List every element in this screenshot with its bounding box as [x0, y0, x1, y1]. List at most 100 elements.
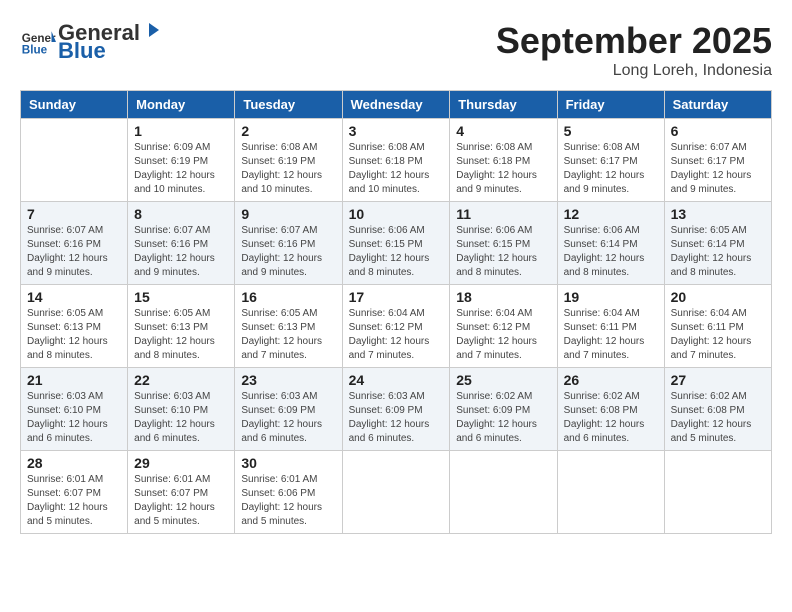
calendar-cell: 22 Sunrise: 6:03 AM Sunset: 6:10 PM Dayli… [128, 368, 235, 451]
calendar-cell: 13Sunrise: 6:05 AM Sunset: 6:14 PM Dayli… [664, 202, 771, 285]
day-info: Sunrise: 6:08 AM Sunset: 6:17 PM Dayligh… [564, 141, 658, 197]
day-number: 19 [564, 289, 658, 305]
day-number: 7 [27, 206, 121, 222]
day-number: 20 [671, 289, 765, 305]
calendar-cell: 24 Sunrise: 6:03 AM Sunset: 6:09 PM Dayli… [342, 368, 450, 451]
calendar-cell: 17 Sunrise: 6:04 AM Sunset: 6:12 PM Dayli… [342, 285, 450, 368]
day-number: 25 [456, 372, 550, 388]
logo-icon: General Blue [20, 24, 56, 60]
weekday-header-friday: Friday [557, 91, 664, 119]
day-info: Sunrise: 6:06 AM Sunset: 6:15 PM Dayligh… [349, 224, 444, 280]
title-area: September 2025 Long Loreh, Indonesia [496, 20, 772, 80]
day-number: 28 [27, 455, 121, 471]
day-number: 24 [349, 372, 444, 388]
calendar-cell [342, 451, 450, 534]
day-info: Sunrise: 6:01 AM Sunset: 6:06 PM Dayligh… [241, 473, 335, 529]
month-title: September 2025 [496, 20, 772, 62]
calendar-cell: 29 Sunrise: 6:01 AM Sunset: 6:07 PM Dayli… [128, 451, 235, 534]
calendar-cell: 28 Sunrise: 6:01 AM Sunset: 6:07 PM Dayli… [21, 451, 128, 534]
calendar-cell: 18 Sunrise: 6:04 AM Sunset: 6:12 PM Dayli… [450, 285, 557, 368]
calendar-cell: 15Sunrise: 6:05 AM Sunset: 6:13 PM Dayli… [128, 285, 235, 368]
day-info: Sunrise: 6:02 AM Sunset: 6:08 PM Dayligh… [564, 390, 658, 446]
day-info: Sunrise: 6:07 AM Sunset: 6:16 PM Dayligh… [241, 224, 335, 280]
calendar-cell: 11 Sunrise: 6:06 AM Sunset: 6:15 PM Dayli… [450, 202, 557, 285]
day-info: Sunrise: 6:03 AM Sunset: 6:09 PM Dayligh… [349, 390, 444, 446]
day-number: 26 [564, 372, 658, 388]
day-number: 18 [456, 289, 550, 305]
calendar-cell: 25 Sunrise: 6:02 AM Sunset: 6:09 PM Dayli… [450, 368, 557, 451]
day-info: Sunrise: 6:06 AM Sunset: 6:14 PM Dayligh… [564, 224, 658, 280]
calendar-cell: 19 Sunrise: 6:04 AM Sunset: 6:11 PM Dayli… [557, 285, 664, 368]
calendar-cell: 7 Sunrise: 6:07 AM Sunset: 6:16 PM Daylig… [21, 202, 128, 285]
day-number: 14 [27, 289, 121, 305]
day-number: 3 [349, 123, 444, 139]
day-info: Sunrise: 6:03 AM Sunset: 6:10 PM Dayligh… [134, 390, 228, 446]
calendar-header-row: SundayMondayTuesdayWednesdayThursdayFrid… [21, 91, 772, 119]
calendar-cell: 5 Sunrise: 6:08 AM Sunset: 6:17 PM Daylig… [557, 119, 664, 202]
calendar-cell: 12 Sunrise: 6:06 AM Sunset: 6:14 PM Dayli… [557, 202, 664, 285]
calendar-cell: 2 Sunrise: 6:08 AM Sunset: 6:19 PM Daylig… [235, 119, 342, 202]
day-number: 5 [564, 123, 658, 139]
calendar-cell: 14 Sunrise: 6:05 AM Sunset: 6:13 PM Dayli… [21, 285, 128, 368]
day-info: Sunrise: 6:01 AM Sunset: 6:07 PM Dayligh… [27, 473, 121, 529]
day-number: 17 [349, 289, 444, 305]
calendar-cell: 27Sunrise: 6:02 AM Sunset: 6:08 PM Dayli… [664, 368, 771, 451]
day-info: Sunrise: 6:09 AM Sunset: 6:19 PM Dayligh… [134, 141, 228, 197]
day-info: Sunrise: 6:04 AM Sunset: 6:12 PM Dayligh… [456, 307, 550, 363]
logo: General Blue General Blue [20, 20, 162, 64]
svg-text:Blue: Blue [22, 44, 48, 57]
day-info: Sunrise: 6:01 AM Sunset: 6:07 PM Dayligh… [134, 473, 228, 529]
day-number: 16 [241, 289, 335, 305]
calendar-cell: 30Sunrise: 6:01 AM Sunset: 6:06 PM Dayli… [235, 451, 342, 534]
calendar-cell: 10Sunrise: 6:06 AM Sunset: 6:15 PM Dayli… [342, 202, 450, 285]
calendar-cell: 6 Sunrise: 6:07 AM Sunset: 6:17 PM Daylig… [664, 119, 771, 202]
calendar-cell: 8 Sunrise: 6:07 AM Sunset: 6:16 PM Daylig… [128, 202, 235, 285]
weekday-header-saturday: Saturday [664, 91, 771, 119]
day-number: 11 [456, 206, 550, 222]
day-info: Sunrise: 6:07 AM Sunset: 6:16 PM Dayligh… [27, 224, 121, 280]
weekday-header-sunday: Sunday [21, 91, 128, 119]
day-info: Sunrise: 6:04 AM Sunset: 6:11 PM Dayligh… [671, 307, 765, 363]
weekday-header-tuesday: Tuesday [235, 91, 342, 119]
day-info: Sunrise: 6:02 AM Sunset: 6:09 PM Dayligh… [456, 390, 550, 446]
day-number: 27 [671, 372, 765, 388]
calendar-cell [664, 451, 771, 534]
calendar-cell: 1 Sunrise: 6:09 AM Sunset: 6:19 PM Daylig… [128, 119, 235, 202]
day-info: Sunrise: 6:04 AM Sunset: 6:12 PM Dayligh… [349, 307, 444, 363]
logo-arrow-icon [141, 20, 161, 40]
day-info: Sunrise: 6:05 AM Sunset: 6:13 PM Dayligh… [241, 307, 335, 363]
day-number: 4 [456, 123, 550, 139]
day-info: Sunrise: 6:07 AM Sunset: 6:16 PM Dayligh… [134, 224, 228, 280]
day-number: 9 [241, 206, 335, 222]
day-info: Sunrise: 6:08 AM Sunset: 6:18 PM Dayligh… [349, 141, 444, 197]
calendar-cell: 20 Sunrise: 6:04 AM Sunset: 6:11 PM Dayli… [664, 285, 771, 368]
day-number: 23 [241, 372, 335, 388]
calendar-cell: 9 Sunrise: 6:07 AM Sunset: 6:16 PM Daylig… [235, 202, 342, 285]
weekday-header-wednesday: Wednesday [342, 91, 450, 119]
day-number: 8 [134, 206, 228, 222]
day-info: Sunrise: 6:05 AM Sunset: 6:13 PM Dayligh… [27, 307, 121, 363]
day-info: Sunrise: 6:05 AM Sunset: 6:14 PM Dayligh… [671, 224, 765, 280]
day-info: Sunrise: 6:08 AM Sunset: 6:19 PM Dayligh… [241, 141, 335, 197]
day-number: 22 [134, 372, 228, 388]
calendar-cell [557, 451, 664, 534]
calendar-table: SundayMondayTuesdayWednesdayThursdayFrid… [20, 90, 772, 534]
day-info: Sunrise: 6:07 AM Sunset: 6:17 PM Dayligh… [671, 141, 765, 197]
page-header: General Blue General Blue September 2025… [20, 20, 772, 80]
day-number: 6 [671, 123, 765, 139]
day-number: 1 [134, 123, 228, 139]
day-info: Sunrise: 6:04 AM Sunset: 6:11 PM Dayligh… [564, 307, 658, 363]
weekday-header-thursday: Thursday [450, 91, 557, 119]
day-number: 2 [241, 123, 335, 139]
calendar-cell: 21Sunrise: 6:03 AM Sunset: 6:10 PM Dayli… [21, 368, 128, 451]
day-info: Sunrise: 6:03 AM Sunset: 6:10 PM Dayligh… [27, 390, 121, 446]
day-info: Sunrise: 6:06 AM Sunset: 6:15 PM Dayligh… [456, 224, 550, 280]
calendar-cell: 4 Sunrise: 6:08 AM Sunset: 6:18 PM Daylig… [450, 119, 557, 202]
location-title: Long Loreh, Indonesia [496, 62, 772, 80]
day-number: 12 [564, 206, 658, 222]
calendar-cell: 3 Sunrise: 6:08 AM Sunset: 6:18 PM Daylig… [342, 119, 450, 202]
calendar-cell: 26 Sunrise: 6:02 AM Sunset: 6:08 PM Dayli… [557, 368, 664, 451]
day-number: 29 [134, 455, 228, 471]
day-info: Sunrise: 6:08 AM Sunset: 6:18 PM Dayligh… [456, 141, 550, 197]
weekday-header-monday: Monday [128, 91, 235, 119]
